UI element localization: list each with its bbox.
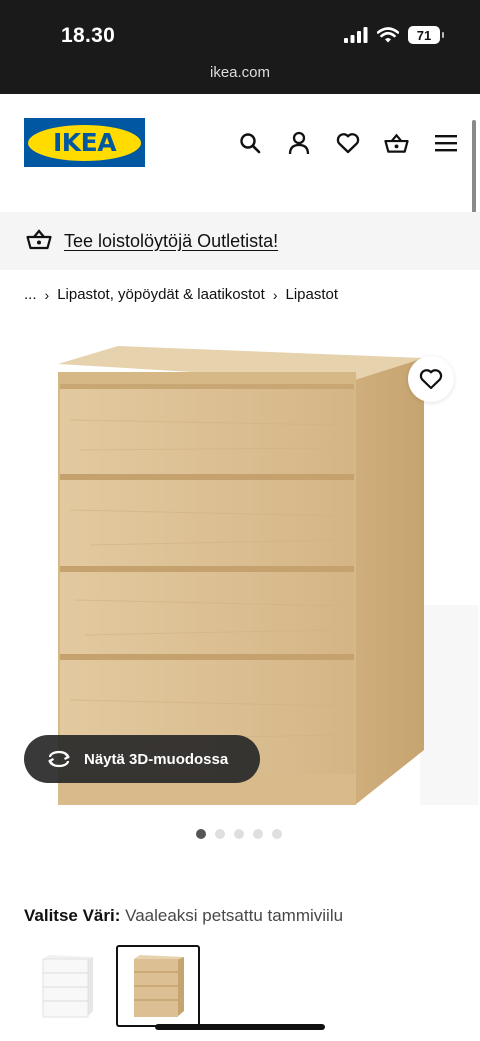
status-bar: 18.30 71 ikea.com bbox=[0, 0, 480, 94]
basket-icon[interactable] bbox=[384, 130, 409, 155]
status-icons: 71 bbox=[344, 26, 444, 44]
logo-oval: IKEA bbox=[28, 124, 141, 161]
view-3d-label: Näytä 3D-muodossa bbox=[84, 750, 229, 768]
chevron-right-icon: › bbox=[44, 286, 50, 303]
search-icon[interactable] bbox=[237, 130, 262, 155]
breadcrumb: ... › Lipastot, yöpöydät & laatikostot ›… bbox=[24, 286, 338, 303]
rotate-3d-icon bbox=[48, 750, 70, 768]
carousel-dot[interactable] bbox=[215, 829, 225, 839]
page-scrollbar[interactable] bbox=[472, 120, 476, 216]
signal-icon bbox=[344, 27, 368, 43]
image-carousel-dots bbox=[196, 829, 282, 839]
heart-icon bbox=[419, 369, 443, 390]
promo-banner[interactable]: Tee loistolöytöjä Outletista! bbox=[0, 212, 480, 270]
carousel-dot[interactable] bbox=[253, 829, 263, 839]
oak-dresser-thumbnail bbox=[134, 955, 184, 1017]
wifi-icon bbox=[377, 27, 399, 43]
menu-icon[interactable] bbox=[433, 130, 458, 155]
battery-indicator: 71 bbox=[408, 26, 444, 44]
basket-icon bbox=[26, 228, 52, 255]
color-label: Valitse Väri: bbox=[24, 906, 121, 925]
site-header: IKEA bbox=[0, 94, 480, 212]
heart-icon[interactable] bbox=[335, 130, 360, 155]
white-dresser-thumbnail bbox=[42, 955, 93, 1018]
swatch-white[interactable] bbox=[25, 945, 109, 1027]
promo-link[interactable]: Tee loistolöytöjä Outletista! bbox=[64, 231, 278, 252]
status-time: 18.30 bbox=[61, 24, 116, 47]
chevron-right-icon: › bbox=[272, 286, 278, 303]
ikea-logo[interactable]: IKEA bbox=[24, 118, 145, 167]
home-indicator bbox=[155, 1024, 325, 1030]
color-value: Vaaleaksi petsattu tammiviilu bbox=[125, 906, 344, 925]
breadcrumb-item-current[interactable]: Lipastot bbox=[286, 286, 339, 303]
favorite-button[interactable] bbox=[408, 356, 454, 402]
breadcrumb-item-category[interactable]: Lipastot, yöpöydät & laatikostot bbox=[57, 286, 265, 303]
carousel-dot[interactable] bbox=[234, 829, 244, 839]
carousel-dot[interactable] bbox=[196, 829, 206, 839]
header-icons bbox=[237, 130, 458, 155]
swatch-oak[interactable] bbox=[116, 945, 200, 1027]
carousel-dot[interactable] bbox=[272, 829, 282, 839]
url-bar[interactable]: ikea.com bbox=[0, 64, 480, 81]
view-3d-button[interactable]: Näytä 3D-muodossa bbox=[24, 735, 260, 783]
breadcrumb-item-ellipsis[interactable]: ... bbox=[24, 286, 37, 303]
account-icon[interactable] bbox=[286, 130, 311, 155]
logo-text: IKEA bbox=[52, 128, 117, 157]
color-selector-heading: Valitse Väri: Vaaleaksi petsattu tammivi… bbox=[24, 906, 343, 926]
